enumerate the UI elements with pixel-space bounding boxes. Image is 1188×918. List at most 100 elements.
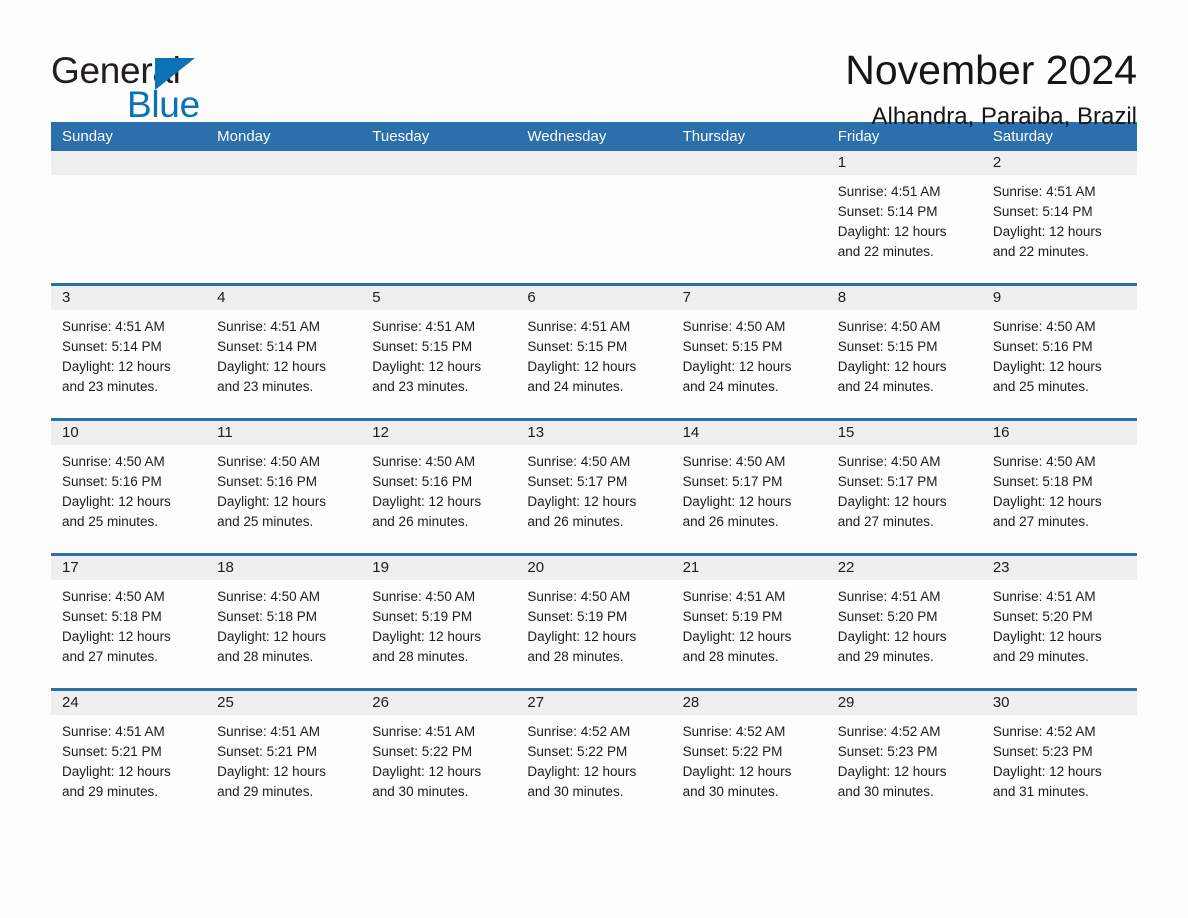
calendar-day-cell[interactable]: 3 Sunrise: 4:51 AM Sunset: 5:14 PM Daylight… — [51, 286, 207, 418]
calendar-day-cell[interactable]: 29 Sunrise: 4:52 AM Sunset: 5:23 PM Dayligh… — [826, 691, 982, 823]
daylight-duration-line1: Daylight: 12 hours — [682, 359, 792, 374]
daylight-duration-line1: Daylight: 12 hours — [62, 494, 171, 509]
title-block: November 2024 Alhandra, Paraiba, Brazil — [845, 44, 1137, 132]
sunset-time: Sunset: 5:16 PM — [992, 339, 1093, 354]
calendar-day-cell[interactable]: 28 Sunrise: 4:52 AM Sunset: 5:22 PM Dayligh… — [671, 691, 827, 823]
calendar-day-cell[interactable]: 10 Sunrise: 4:50 AM Sunset: 5:16 PM Dayligh… — [51, 421, 207, 553]
calendar-day-cell[interactable]: 24 Sunrise: 4:51 AM Sunset: 5:21 PM Dayligh… — [51, 691, 207, 823]
calendar-day-cell[interactable]: 26 Sunrise: 4:51 AM Sunset: 5:22 PM Dayligh… — [361, 691, 517, 823]
calendar-day-cell[interactable]: 14 Sunrise: 4:50 AM Sunset: 5:17 PM Dayligh… — [671, 421, 827, 553]
day-details: Sunrise: 4:50 AM Sunset: 5:16 PM Daylight:… — [982, 310, 1137, 397]
calendar-day-cell[interactable]: 11 Sunrise: 4:50 AM Sunset: 5:16 PM Dayligh… — [206, 421, 362, 553]
day-number: 26 — [361, 691, 517, 715]
daylight-duration-line1: Daylight: 12 hours — [217, 629, 326, 644]
calendar-day-cell[interactable]: 7 Sunrise: 4:50 AM Sunset: 5:15 PM Daylight… — [671, 286, 827, 418]
calendar-day-cell[interactable]: 4 Sunrise: 4:51 AM Sunset: 5:14 PM Daylight… — [206, 286, 362, 418]
sunset-time: Sunset: 5:17 PM — [682, 474, 783, 489]
calendar-day-cell[interactable]: 21 Sunrise: 4:51 AM Sunset: 5:19 PM Dayligh… — [671, 556, 827, 688]
daylight-duration-line1: Daylight: 12 hours — [837, 629, 947, 644]
sunrise-time: Sunrise: 4:51 AM — [217, 319, 320, 334]
calendar-day-cell[interactable]: 17 Sunrise: 4:50 AM Sunset: 5:18 PM Dayligh… — [51, 556, 207, 688]
daylight-duration-line2: and 28 minutes. — [682, 649, 779, 664]
calendar-day-cell[interactable]: 13 Sunrise: 4:50 AM Sunset: 5:17 PM Dayligh… — [516, 421, 672, 553]
day-details: Sunrise: 4:51 AM Sunset: 5:20 PM Daylight:… — [827, 580, 982, 667]
calendar-day-cell[interactable]: 15 Sunrise: 4:50 AM Sunset: 5:17 PM Dayligh… — [826, 421, 982, 553]
calendar-day-cell[interactable]: 22 Sunrise: 4:51 AM Sunset: 5:20 PM Dayligh… — [826, 556, 982, 688]
sunrise-time: Sunrise: 4:50 AM — [62, 589, 165, 604]
daylight-duration-line1: Daylight: 12 hours — [62, 359, 171, 374]
day-number: 18 — [206, 556, 362, 580]
calendar-day-cell[interactable]: 30 Sunrise: 4:52 AM Sunset: 5:23 PM Dayligh… — [981, 691, 1137, 823]
day-number: 1 — [826, 151, 982, 175]
day-number: 25 — [206, 691, 362, 715]
daylight-duration-line2: and 23 minutes. — [372, 379, 469, 394]
calendar-day-cell[interactable]: 1 Sunrise: 4:51 AM Sunset: 5:14 PM Daylight… — [826, 151, 982, 283]
calendar-day-cell[interactable]: 8 Sunrise: 4:50 AM Sunset: 5:15 PM Daylight… — [826, 286, 982, 418]
calendar-day-cell[interactable]: 19 Sunrise: 4:50 AM Sunset: 5:19 PM Dayligh… — [361, 556, 517, 688]
sunrise-time: Sunrise: 4:51 AM — [372, 724, 476, 739]
sunset-time: Sunset: 5:22 PM — [527, 744, 628, 759]
sunrise-time: Sunrise: 4:50 AM — [527, 589, 631, 604]
weekday-header-tuesday: Tuesday — [372, 128, 430, 145]
daylight-duration-line1: Daylight: 12 hours — [682, 629, 792, 644]
day-number — [516, 151, 672, 175]
day-number: 3 — [51, 286, 207, 310]
sunset-time: Sunset: 5:21 PM — [217, 744, 317, 759]
sunset-time: Sunset: 5:22 PM — [682, 744, 783, 759]
day-number: 5 — [361, 286, 517, 310]
calendar-day-cell[interactable]: 20 Sunrise: 4:50 AM Sunset: 5:19 PM Dayligh… — [516, 556, 672, 688]
month-calendar: Sunday Monday Tuesday Wednesday Thursday… — [51, 122, 1137, 823]
sunset-time: Sunset: 5:20 PM — [837, 609, 938, 624]
sunset-time: Sunset: 5:23 PM — [992, 744, 1093, 759]
calendar-day-cell[interactable]: 18 Sunrise: 4:50 AM Sunset: 5:18 PM Dayligh… — [206, 556, 362, 688]
day-details: Sunrise: 4:50 AM Sunset: 5:15 PM Daylight:… — [827, 310, 982, 397]
day-number: 17 — [51, 556, 207, 580]
daylight-duration-line2: and 24 minutes. — [682, 379, 779, 394]
daylight-duration-line1: Daylight: 12 hours — [992, 359, 1102, 374]
day-details: Sunrise: 4:51 AM Sunset: 5:22 PM Daylight:… — [361, 715, 516, 802]
calendar-day-cell[interactable]: 25 Sunrise: 4:51 AM Sunset: 5:21 PM Dayligh… — [206, 691, 362, 823]
weekday-header-wednesday: Wednesday — [527, 128, 607, 145]
daylight-duration-line2: and 25 minutes. — [992, 379, 1089, 394]
calendar-day-cell[interactable]: 27 Sunrise: 4:52 AM Sunset: 5:22 PM Dayligh… — [516, 691, 672, 823]
calendar-day-cell[interactable]: 12 Sunrise: 4:50 AM Sunset: 5:16 PM Dayligh… — [361, 421, 517, 553]
sunset-time: Sunset: 5:19 PM — [682, 609, 783, 624]
day-number — [361, 151, 517, 175]
daylight-duration-line2: and 30 minutes. — [372, 784, 469, 799]
day-number: 12 — [361, 421, 517, 445]
calendar-day-cell[interactable]: 23 Sunrise: 4:51 AM Sunset: 5:20 PM Dayligh… — [981, 556, 1137, 688]
day-number: 29 — [826, 691, 982, 715]
day-details: Sunrise: 4:50 AM Sunset: 5:18 PM Daylight:… — [206, 580, 361, 667]
daylight-duration-line1: Daylight: 12 hours — [682, 494, 792, 509]
day-details: Sunrise: 4:50 AM Sunset: 5:17 PM Daylight:… — [516, 445, 671, 532]
sunrise-time: Sunrise: 4:50 AM — [372, 589, 476, 604]
daylight-duration-line1: Daylight: 12 hours — [372, 764, 482, 779]
daylight-duration-line2: and 29 minutes. — [62, 784, 159, 799]
calendar-day-cell-empty — [516, 151, 672, 283]
day-details: Sunrise: 4:50 AM Sunset: 5:17 PM Daylight:… — [672, 445, 827, 532]
sunset-time: Sunset: 5:19 PM — [372, 609, 473, 624]
sunrise-time: Sunrise: 4:51 AM — [837, 589, 941, 604]
daylight-duration-line2: and 23 minutes. — [62, 379, 159, 394]
sunrise-time: Sunrise: 4:50 AM — [682, 454, 786, 469]
daylight-duration-line2: and 29 minutes. — [992, 649, 1089, 664]
calendar-day-cell[interactable]: 5 Sunrise: 4:51 AM Sunset: 5:15 PM Daylight… — [361, 286, 517, 418]
day-number: 2 — [981, 151, 1137, 175]
calendar-day-cell[interactable]: 6 Sunrise: 4:51 AM Sunset: 5:15 PM Daylight… — [516, 286, 672, 418]
sunrise-time: Sunrise: 4:51 AM — [372, 319, 476, 334]
daylight-duration-line2: and 26 minutes. — [527, 514, 624, 529]
sunrise-time: Sunrise: 4:50 AM — [837, 454, 941, 469]
daylight-duration-line1: Daylight: 12 hours — [217, 494, 326, 509]
daylight-duration-line1: Daylight: 12 hours — [527, 764, 637, 779]
sunset-time: Sunset: 5:14 PM — [992, 204, 1093, 219]
day-details: Sunrise: 4:50 AM Sunset: 5:19 PM Daylight:… — [516, 580, 671, 667]
sunset-time: Sunset: 5:15 PM — [527, 339, 628, 354]
calendar-day-cell[interactable]: 9 Sunrise: 4:50 AM Sunset: 5:16 PM Daylight… — [981, 286, 1137, 418]
calendar-day-cell[interactable]: 2 Sunrise: 4:51 AM Sunset: 5:14 PM Daylight… — [981, 151, 1137, 283]
calendar-page: General Blue November 2024 Alhandra, Par… — [0, 0, 1188, 918]
calendar-day-cell[interactable]: 16 Sunrise: 4:50 AM Sunset: 5:18 PM Dayligh… — [981, 421, 1137, 553]
sunrise-time: Sunrise: 4:52 AM — [992, 724, 1096, 739]
day-details: Sunrise: 4:51 AM Sunset: 5:15 PM Daylight:… — [516, 310, 671, 397]
brand-logo[interactable]: General Blue — [51, 44, 261, 124]
daylight-duration-line2: and 24 minutes. — [527, 379, 624, 394]
